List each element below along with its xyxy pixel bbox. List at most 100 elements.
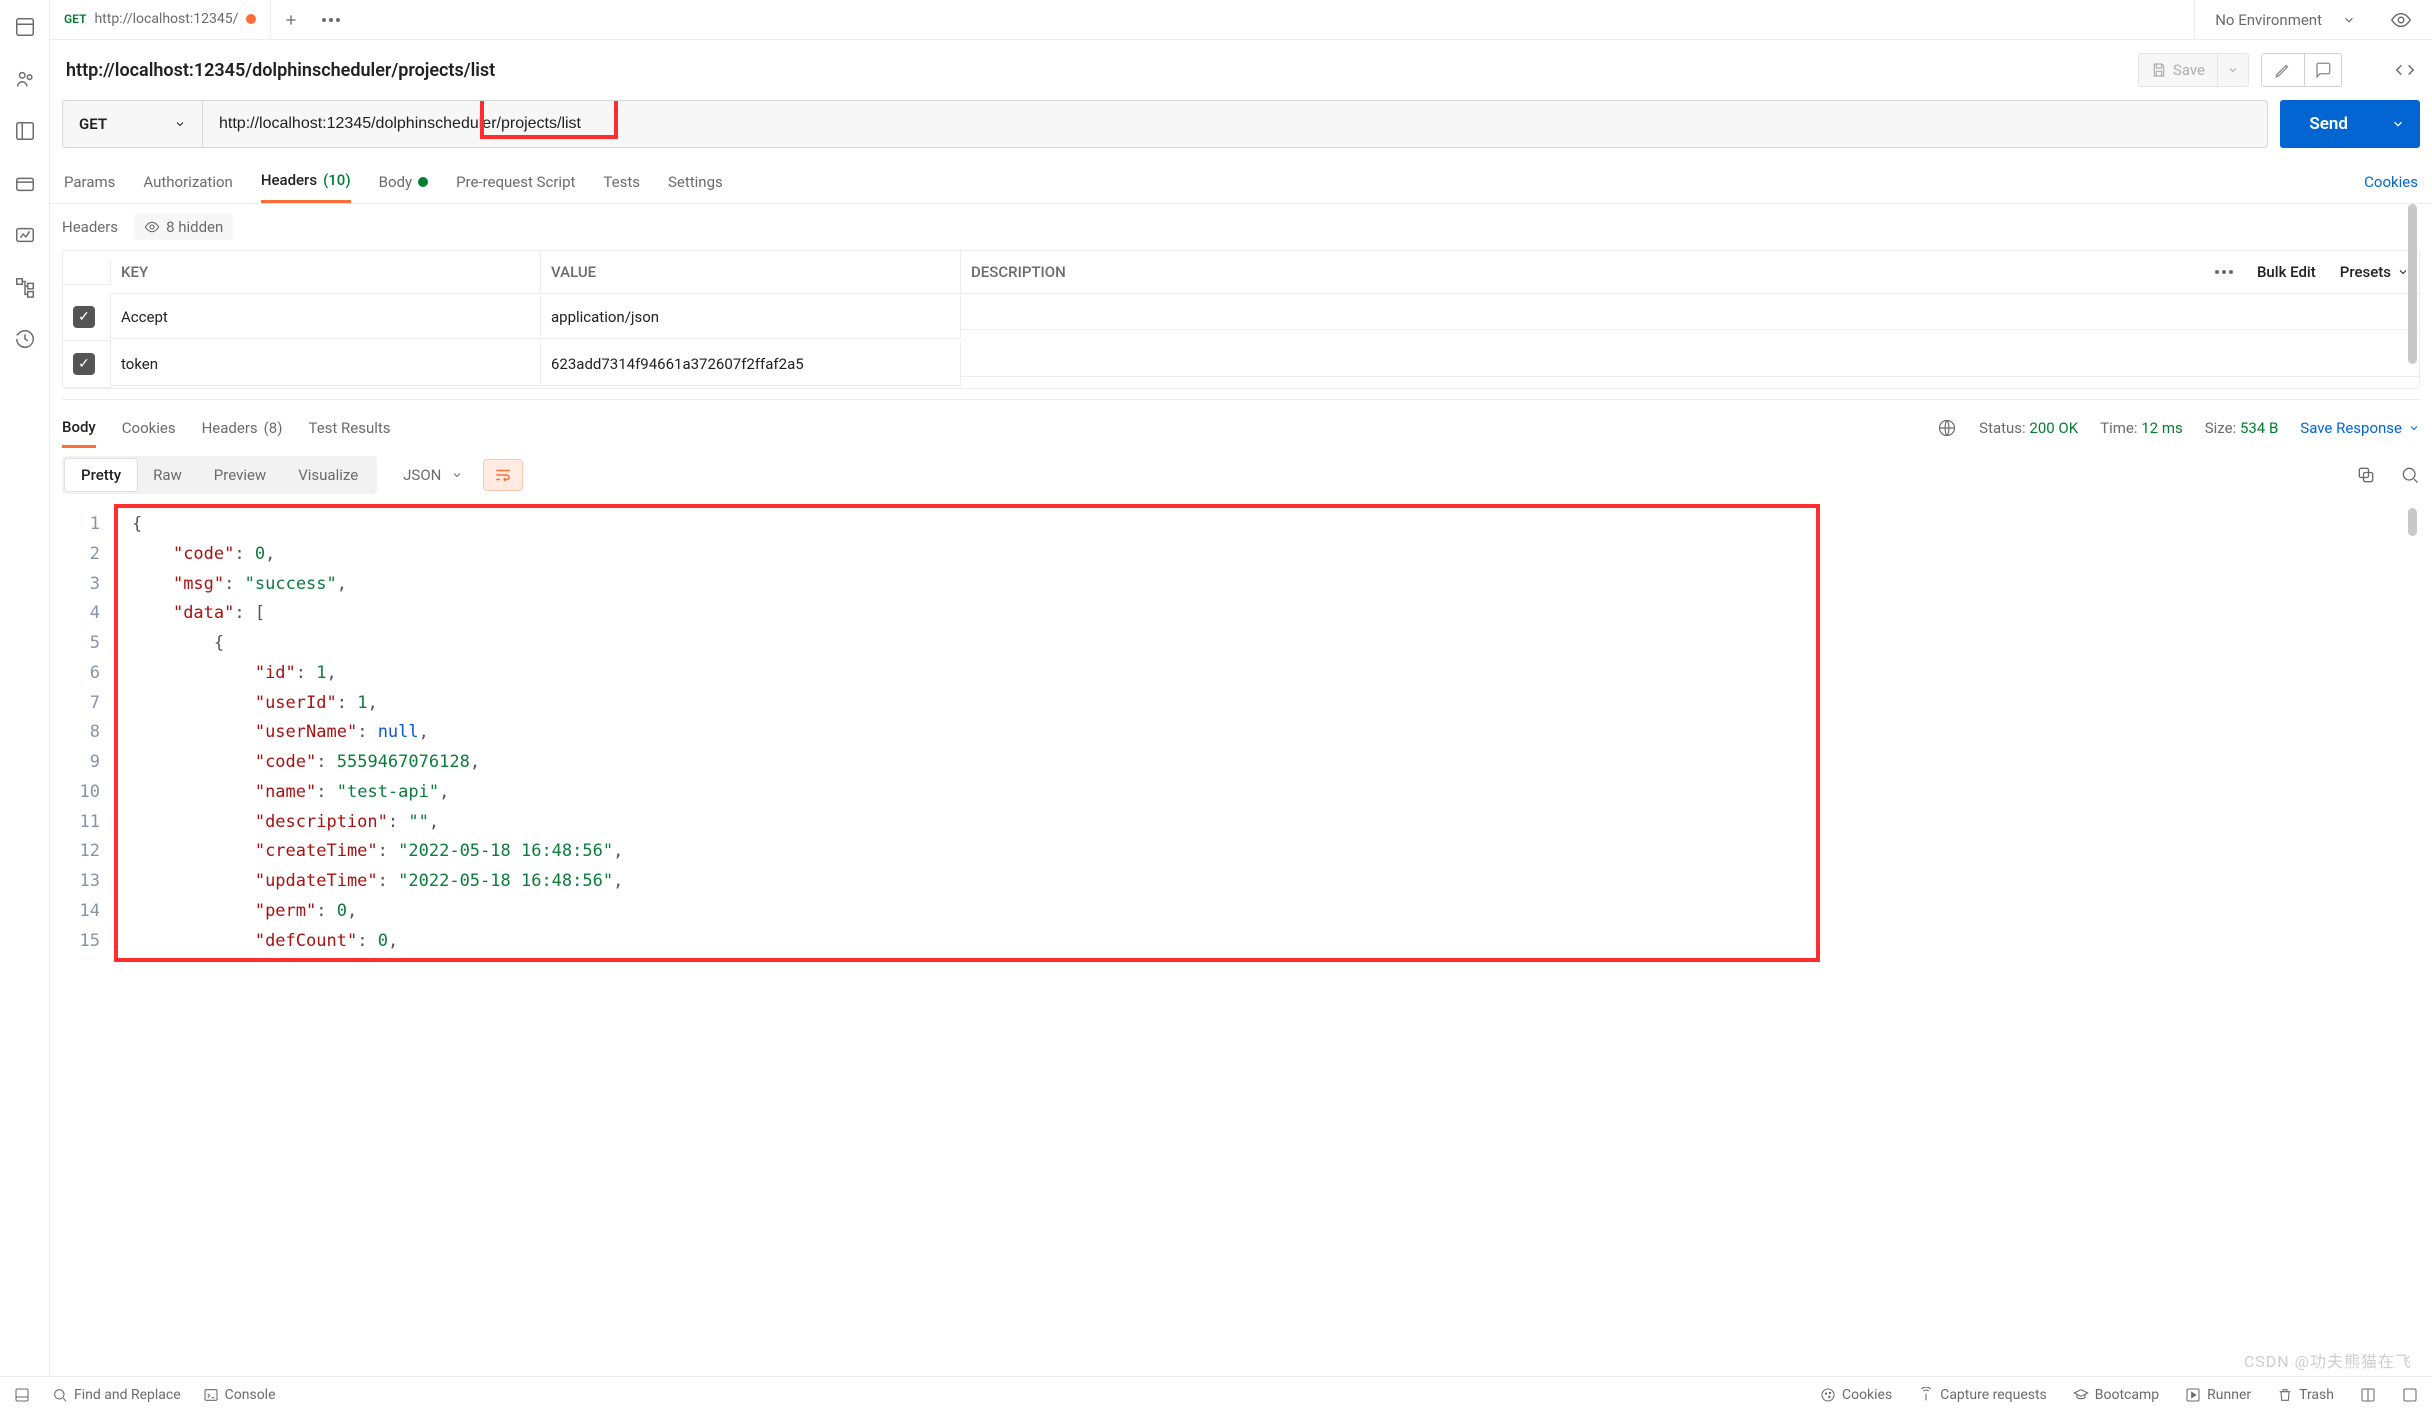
cell-desc[interactable] [961, 352, 2419, 377]
box-icon[interactable] [13, 171, 37, 195]
view-pretty[interactable]: Pretty [65, 459, 137, 491]
response-body[interactable]: 1{2 "code": 0,3 "msg": "success",4 "data… [62, 504, 2420, 962]
panel-icon[interactable] [13, 15, 37, 39]
new-tab-button[interactable] [271, 0, 311, 39]
url-input[interactable] [203, 101, 2267, 147]
method-label: GET [79, 115, 107, 133]
hidden-headers-toggle[interactable]: 8 hidden [134, 214, 233, 240]
flow-icon[interactable] [13, 275, 37, 299]
tab-params[interactable]: Params [64, 160, 115, 203]
sidebar-icon[interactable] [13, 119, 37, 143]
bulk-edit-link[interactable]: Bulk Edit [2257, 263, 2316, 281]
chevron-down-icon [2408, 422, 2420, 434]
trash-label: Trash [2299, 1387, 2334, 1403]
scrollbar[interactable] [2408, 508, 2417, 536]
play-icon [2185, 1387, 2201, 1403]
request-tab[interactable]: GET http://localhost:12345/ [50, 0, 271, 39]
tab-authorization[interactable]: Authorization [143, 160, 232, 203]
right-actions [2261, 53, 2342, 87]
send-menu-button[interactable] [2376, 100, 2420, 148]
bottom-panel-icon[interactable] [14, 1387, 30, 1403]
chevron-down-icon [451, 469, 463, 481]
method-select[interactable]: GET [63, 101, 203, 147]
send-button[interactable]: Send [2280, 100, 2376, 148]
cell-desc[interactable] [961, 305, 2419, 330]
tab-title: http://localhost:12345/ [94, 11, 238, 27]
headers-panel: Headers 8 hidden KEY VALUE DESCRIPTION B… [62, 204, 2420, 389]
size-label: Size: [2205, 419, 2236, 437]
row-checkbox[interactable]: ✓ [73, 306, 95, 328]
format-select[interactable]: JSON [391, 460, 475, 490]
tab-settings[interactable]: Settings [668, 160, 723, 203]
scrollbar[interactable] [2408, 204, 2417, 364]
tab-headers[interactable]: Headers (10) [261, 160, 351, 203]
cell-key[interactable]: token [111, 343, 541, 386]
tabs-overflow-button[interactable] [311, 0, 351, 39]
save-response-button[interactable]: Save Response [2300, 419, 2420, 437]
grad-cap-icon [2073, 1387, 2089, 1403]
view-preview[interactable]: Preview [198, 459, 282, 491]
view-visualize[interactable]: Visualize [282, 459, 374, 491]
comments-button[interactable] [2304, 53, 2342, 87]
save-label: Save [2173, 61, 2205, 79]
col-desc: DESCRIPTION [971, 263, 1066, 281]
tabstrip: GET http://localhost:12345/ No Environme… [50, 0, 2432, 40]
history-icon[interactable] [13, 327, 37, 351]
find-replace-button[interactable]: Find and Replace [52, 1387, 181, 1403]
layout-two-pane-button[interactable] [2360, 1387, 2376, 1403]
eye-icon[interactable] [2390, 9, 2412, 31]
bootcamp-button[interactable]: Bootcamp [2073, 1387, 2159, 1403]
col-value: VALUE [541, 251, 961, 294]
console-label: Console [225, 1387, 276, 1403]
time-label: Time: [2100, 419, 2137, 437]
resp-tab-headers[interactable]: Headers (8) [202, 408, 283, 448]
eye-icon [144, 219, 160, 235]
env-label: No Environment [2215, 11, 2322, 29]
trash-button[interactable]: Trash [2277, 1387, 2334, 1403]
resp-tab-body[interactable]: Body [62, 408, 96, 448]
tab-body[interactable]: Body [379, 160, 428, 203]
edit-button[interactable] [2261, 53, 2304, 87]
tab-tests[interactable]: Tests [603, 160, 640, 203]
resp-tab-cookies[interactable]: Cookies [122, 408, 176, 448]
runner-button[interactable]: Runner [2185, 1387, 2251, 1403]
save-button[interactable]: Save [2138, 53, 2217, 87]
bootcamp-label: Bootcamp [2095, 1387, 2159, 1403]
time-value: 12 ms [2141, 419, 2182, 437]
chevron-down-icon [2227, 64, 2239, 76]
pencil-icon [2274, 61, 2292, 79]
cookies-link[interactable]: Cookies [2364, 173, 2418, 191]
presets-select[interactable]: Presets [2340, 263, 2409, 281]
presets-label: Presets [2340, 263, 2391, 281]
search-icon[interactable] [2400, 465, 2420, 485]
send-label: Send [2309, 114, 2348, 134]
bottom-cookies-button[interactable]: Cookies [1820, 1387, 1892, 1403]
save-icon [2151, 62, 2167, 78]
wrap-lines-button[interactable] [483, 459, 523, 491]
headers-label: Headers [62, 218, 118, 236]
globe-icon[interactable] [1937, 418, 1957, 438]
resp-tab-tests[interactable]: Test Results [308, 408, 390, 448]
cell-key[interactable]: Accept [111, 296, 541, 339]
layout-single-pane-button[interactable] [2402, 1387, 2418, 1403]
capture-button[interactable]: Capture requests [1918, 1387, 2047, 1403]
more-icon[interactable] [2215, 270, 2233, 274]
copy-icon[interactable] [2356, 465, 2376, 485]
save-response-label: Save Response [2300, 419, 2402, 437]
view-raw[interactable]: Raw [137, 459, 198, 491]
monitor-icon[interactable] [13, 223, 37, 247]
resp-headers-count: (8) [264, 419, 283, 437]
status-label: Status: [1979, 419, 2026, 437]
cell-value[interactable]: 623add7314f94661a372607f2ffaf2a5 [541, 343, 961, 386]
save-menu-button[interactable] [2217, 53, 2249, 87]
team-icon[interactable] [13, 67, 37, 91]
code-icon[interactable] [2394, 59, 2416, 81]
table-row: ✓ token 623add7314f94661a372607f2ffaf2a5 [63, 341, 2419, 388]
tab-prerequest[interactable]: Pre-request Script [456, 160, 575, 203]
row-checkbox[interactable]: ✓ [73, 353, 95, 375]
titlebar: http://localhost:12345/dolphinscheduler/… [50, 40, 2432, 100]
cell-value[interactable]: application/json [541, 296, 961, 339]
headers-table: KEY VALUE DESCRIPTION Bulk Edit Presets [62, 250, 2420, 389]
environment-selector[interactable]: No Environment [2194, 0, 2432, 39]
console-button[interactable]: Console [203, 1387, 276, 1403]
